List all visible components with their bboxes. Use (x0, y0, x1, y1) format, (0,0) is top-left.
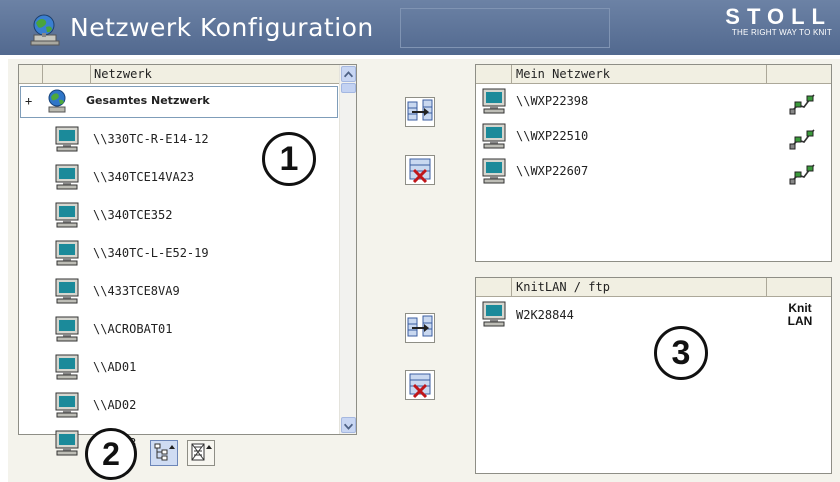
title-frame (400, 8, 610, 48)
network-computer-name: \\340TCE352 (93, 208, 173, 222)
knitlan-column-header[interactable]: KnitLAN / ftp (516, 280, 610, 294)
globe-computer-icon (30, 14, 60, 46)
monitor-computer-icon (55, 126, 79, 152)
knitlan-panel[interactable]: KnitLAN / ftp W2K28844 Knit LAN (475, 277, 832, 474)
header-icon-col (476, 65, 512, 83)
tree-view-icon (154, 443, 175, 461)
network-computer-row[interactable]: \\340TCE352 (19, 197, 339, 235)
network-computer-row[interactable]: \\AD01 (19, 349, 339, 387)
window-title: Netzwerk Konfiguration (70, 13, 374, 42)
flat-view-icon (191, 443, 212, 461)
knitlan-header: KnitLAN / ftp (476, 278, 831, 297)
monitor-computer-icon (55, 354, 79, 380)
network-computer-name: \\AD01 (93, 360, 137, 374)
add-to-my-network-button[interactable] (405, 97, 435, 127)
chevron-up-icon (343, 71, 354, 78)
my-network-row[interactable]: \\WXP22607 (476, 155, 831, 193)
network-computer-row[interactable]: \\433TCE8VA9 (19, 273, 339, 311)
network-connection-icon (789, 129, 815, 150)
network-computer-name: \\433TCE8VA9 (93, 284, 180, 298)
monitor-computer-icon (55, 278, 79, 304)
brand-tagline: THE RIGHT WAY TO KNIT (731, 28, 832, 37)
my-network-panel[interactable]: Mein Netzwerk \\WXP22398 \\WXP22510 \\WXP2… (475, 64, 832, 262)
monitor-computer-icon (482, 158, 506, 184)
tree-view-button[interactable] (150, 440, 178, 466)
network-list-panel[interactable]: Netzwerk + Gesamtes Netzwerk \\330TC-R-E… (18, 64, 357, 456)
my-network-computer-name: \\WXP22607 (516, 164, 589, 178)
network-computer-name: \\330TC-R-E14-12 (93, 132, 209, 146)
brand-logo: STOLL THE RIGHT WAY TO KNIT (725, 4, 832, 37)
network-column-header[interactable]: Netzwerk (94, 67, 152, 81)
monitor-computer-icon (55, 164, 79, 190)
network-computer-name: \\340TCE14VA23 (93, 170, 195, 184)
tree-root-label: Gesamtes Netzwerk (86, 94, 210, 107)
callout-3: 3 (654, 326, 708, 380)
callout-2: 2 (85, 428, 137, 480)
knitlan-badge-lan: LAN (787, 314, 813, 328)
network-connection-icon (789, 164, 815, 185)
flat-view-button[interactable] (187, 440, 215, 466)
globe-network-icon (48, 89, 66, 113)
add-to-knitlan-button[interactable] (405, 313, 435, 343)
remove-from-my-network-button[interactable] (405, 155, 435, 185)
brand-name: STOLL (725, 4, 832, 29)
scroll-thumb[interactable] (341, 83, 356, 93)
callout-1: 1 (262, 132, 316, 186)
header-icon-col (43, 65, 91, 83)
my-network-computer-name: \\WXP22398 (516, 94, 589, 108)
header-status-col (766, 278, 832, 296)
monitor-computer-icon (55, 430, 79, 456)
header-icon-col (476, 278, 512, 296)
chevron-down-icon (343, 423, 354, 430)
vertical-scrollbar[interactable] (339, 65, 356, 434)
network-computer-row[interactable]: \\340TC-L-E52-19 (19, 235, 339, 273)
monitor-computer-icon (482, 88, 506, 114)
network-computer-name: \\ACROBAT01 (93, 322, 173, 336)
monitor-computer-icon (482, 301, 506, 327)
monitor-computer-icon (55, 202, 79, 228)
header-status-col (766, 65, 832, 83)
my-network-column-header[interactable]: Mein Netzwerk (516, 67, 610, 81)
remove-from-knitlan-button[interactable] (405, 370, 435, 400)
header-expander-col (19, 65, 43, 83)
scroll-up-button[interactable] (341, 66, 356, 82)
network-computer-row[interactable]: \\AD02 (19, 387, 339, 425)
knitlan-row[interactable]: W2K28844 Knit LAN (476, 298, 831, 336)
title-bar: Netzwerk Konfiguration STOLL THE RIGHT W… (0, 0, 840, 57)
my-network-computer-name: \\WXP22510 (516, 129, 589, 143)
network-computer-row[interactable]: \\AD03 (19, 425, 339, 463)
network-connection-icon (789, 94, 815, 115)
network-computer-name: \\AD02 (93, 398, 137, 412)
network-list-header: Netzwerk (19, 65, 339, 84)
my-network-header: Mein Netzwerk (476, 65, 831, 84)
my-network-row[interactable]: \\WXP22398 (476, 85, 831, 123)
scroll-down-button[interactable] (341, 417, 356, 433)
my-network-row[interactable]: \\WXP22510 (476, 120, 831, 158)
network-computer-name: \\340TC-L-E52-19 (93, 246, 209, 260)
monitor-computer-icon (55, 316, 79, 342)
knitlan-computer-name: W2K28844 (516, 308, 574, 322)
network-computer-row[interactable]: \\ACROBAT01 (19, 311, 339, 349)
expand-toggle[interactable]: + (25, 94, 32, 108)
knitlan-badge: Knit LAN (780, 302, 820, 328)
tree-root-item[interactable]: + Gesamtes Netzwerk (19, 83, 339, 121)
monitor-computer-icon (55, 240, 79, 266)
monitor-computer-icon (55, 392, 79, 418)
monitor-computer-icon (482, 123, 506, 149)
